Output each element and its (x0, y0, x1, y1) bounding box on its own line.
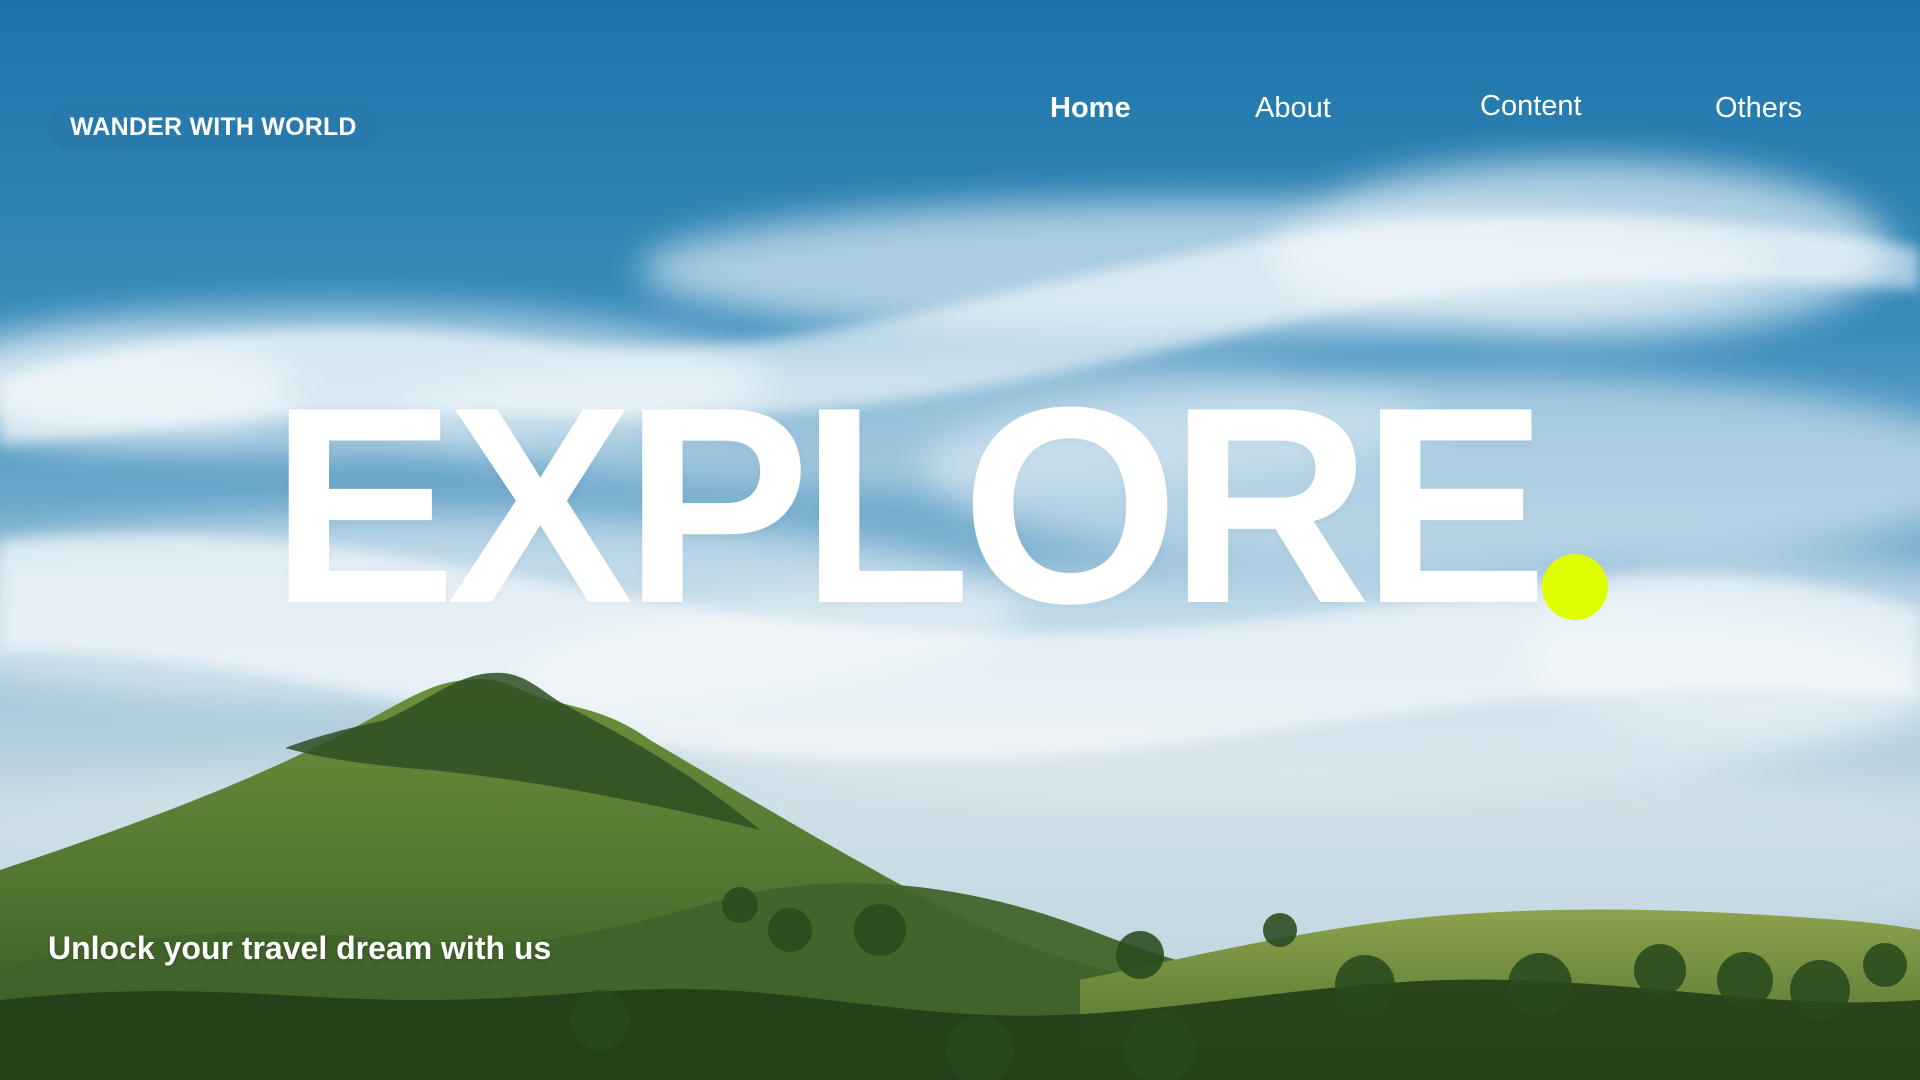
hero-tagline: Unlock your travel dream with us (48, 930, 552, 966)
nav-content[interactable]: Content (1480, 86, 1582, 126)
brand-logo[interactable]: WANDER WITH WORLD (48, 104, 379, 150)
hero-section: WANDER WITH WORLD Home About Content Oth… (0, 0, 1920, 1080)
accent-dot-shape (1542, 554, 1608, 620)
nav-home[interactable]: Home (1050, 88, 1131, 128)
main-navigation: Home About Content Others (1030, 88, 1860, 128)
hero-headline: EXPLORE (270, 350, 1548, 662)
nav-about[interactable]: About (1255, 88, 1331, 128)
nav-others[interactable]: Others (1715, 88, 1802, 128)
